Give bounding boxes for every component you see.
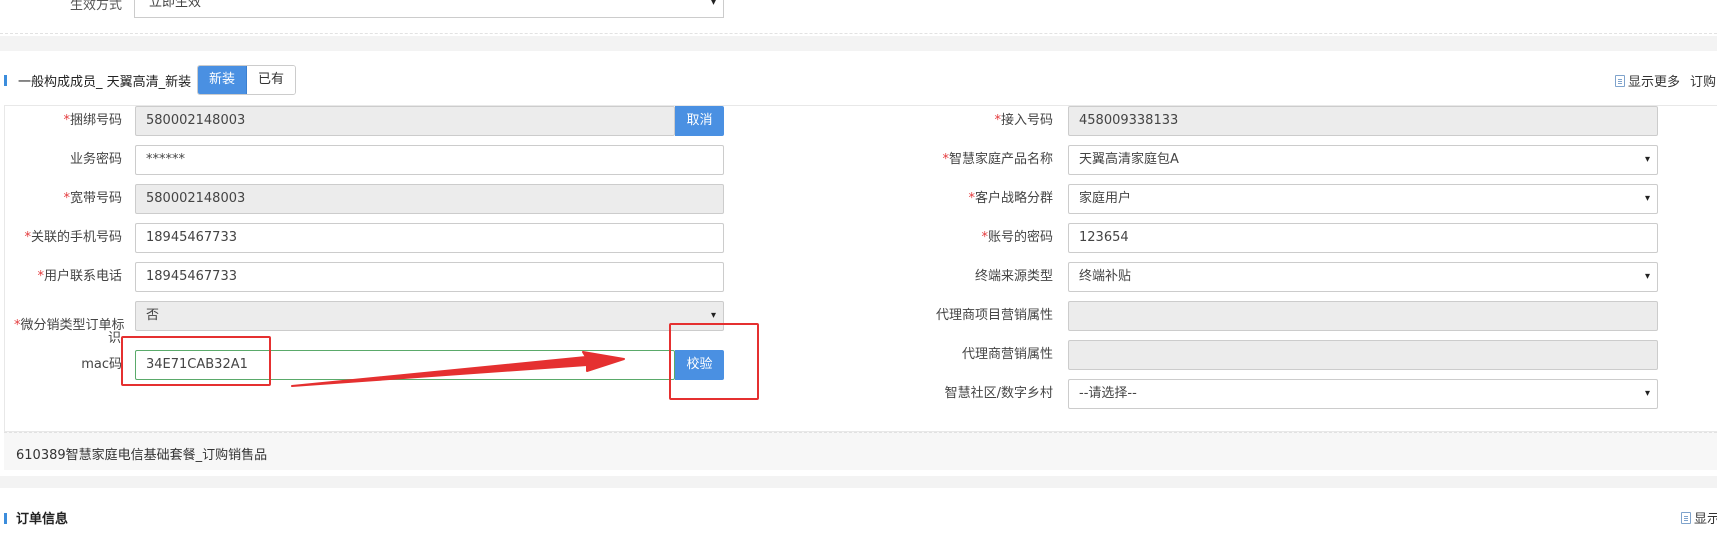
chevron-down-icon: ▾ [710, 0, 716, 8]
product-name-value: 天翼高清家庭包A [1079, 152, 1179, 167]
member-form: *捆绑号码 580002148003 取消 业务密码 ****** *宽带号码 … [4, 105, 1717, 432]
section-divider-2 [0, 476, 1717, 488]
order-accent-bar [4, 513, 7, 524]
bind-number-field: 580002148003 [135, 106, 675, 136]
terminal-source-label: 终端来源类型 [974, 269, 1053, 284]
linked-mobile-field[interactable]: 18945467733 [135, 223, 724, 253]
agent-project-attr-label: 代理商项目营销属性 [935, 308, 1053, 323]
mac-label: mac码 [81, 357, 122, 372]
chevron-down-icon: ▾ [1644, 193, 1650, 204]
product-name-select[interactable]: 天翼高清家庭包A ▾ [1068, 145, 1658, 175]
product-name-label: *智慧家庭产品名称 [942, 152, 1053, 167]
order-info-header: 订单信息 显示 [0, 500, 1717, 533]
access-number-field: 458009338133 [1068, 106, 1658, 136]
order-info-title: 订单信息 [16, 512, 69, 527]
contact-phone-label: *用户联系电话 [37, 269, 122, 284]
verify-mac-button[interactable]: 校验 [675, 350, 724, 380]
broadband-number-label: *宽带号码 [63, 191, 122, 206]
access-number-label: *接入号码 [994, 113, 1053, 128]
member-section-header: 一般构成成员_ 天翼高清_新装 新装 已有 显示更多 订购 [0, 60, 1717, 100]
bind-number-label: *捆绑号码 [63, 113, 122, 128]
service-password-field[interactable]: ****** [135, 145, 724, 175]
product-offer-row: 610389智慧家庭电信基础套餐_订购销售品 [4, 432, 1717, 470]
mac-field[interactable]: 34E71CAB32A1 [135, 350, 675, 380]
chevron-down-icon: ▾ [710, 310, 716, 321]
effective-mode-label: 生效方式 [69, 0, 122, 13]
smart-community-label: 智慧社区/数字乡村 [944, 386, 1053, 401]
agent-project-attr-field [1068, 301, 1658, 331]
product-offer-text: 610389智慧家庭电信基础套餐_订购销售品 [16, 448, 268, 463]
contact-phone-field[interactable]: 18945467733 [135, 262, 724, 292]
micro-distribution-label-cont: 识 [108, 331, 122, 346]
customer-segment-value: 家庭用户 [1079, 191, 1132, 206]
section-title: 一般构成成员_ 天翼高清_新装 [18, 75, 192, 90]
chevron-down-icon: ▾ [1644, 388, 1650, 399]
smart-community-select[interactable]: --请选择-- ▾ [1068, 379, 1658, 409]
order-show-label: 显示 [1694, 512, 1717, 527]
account-password-field[interactable]: 123654 [1068, 223, 1658, 253]
effective-mode-row: 生效方式 立即生效 ▾ [0, 0, 1717, 34]
chevron-down-icon: ▾ [1644, 271, 1650, 282]
show-more-link[interactable]: 显示更多 [1615, 71, 1680, 90]
micro-distribution-value: 否 [146, 308, 160, 323]
linked-mobile-label: *关联的手机号码 [24, 230, 122, 245]
broadband-number-field: 580002148003 [135, 184, 724, 214]
micro-distribution-select[interactable]: 否 ▾ [135, 301, 724, 331]
agent-attr-field [1068, 340, 1658, 370]
effective-mode-select[interactable]: 立即生效 ▾ [134, 0, 724, 18]
chevron-down-icon: ▾ [1644, 154, 1650, 165]
terminal-source-select[interactable]: 终端补贴 ▾ [1068, 262, 1658, 292]
order-show-link[interactable]: 显示 [1681, 508, 1717, 527]
toggle-existing[interactable]: 已有 [247, 66, 296, 94]
agent-attr-label: 代理商营销属性 [961, 347, 1053, 362]
smart-community-value: --请选择-- [1079, 386, 1137, 401]
section-actions: 显示更多 订购 [1615, 71, 1716, 90]
customer-segment-select[interactable]: 家庭用户 ▾ [1068, 184, 1658, 214]
effective-mode-value: 立即生效 [149, 0, 202, 10]
toggle-new-install[interactable]: 新装 [198, 66, 248, 94]
section-accent-bar [4, 75, 7, 86]
account-password-label: *账号的密码 [981, 230, 1053, 245]
show-more-label: 显示更多 [1628, 75, 1681, 90]
install-mode-toggle: 新装 已有 [197, 65, 297, 95]
service-password-label: 业务密码 [69, 152, 122, 167]
cancel-bind-button[interactable]: 取消 [675, 106, 724, 136]
document-icon [1615, 75, 1625, 87]
document-icon [1681, 512, 1691, 524]
customer-segment-label: *客户战略分群 [968, 191, 1053, 206]
terminal-source-value: 终端补贴 [1079, 269, 1132, 284]
order-link[interactable]: 订购 [1690, 71, 1716, 90]
section-divider [0, 36, 1717, 51]
